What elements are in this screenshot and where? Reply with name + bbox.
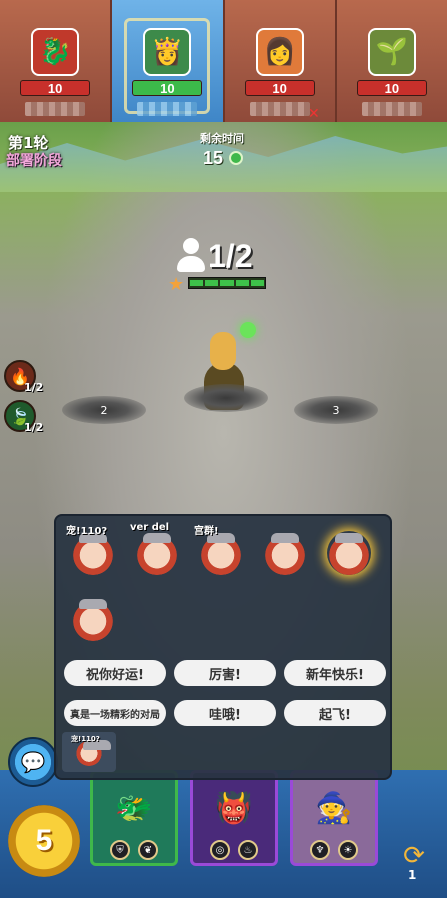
sticker-item[interactable] [320, 522, 378, 584]
deploy-slot-number: 3 [332, 403, 340, 417]
gold-counter: 5 [8, 805, 80, 877]
redhead-warrior-portrait: 👩 [255, 28, 304, 76]
player-name-redacted [25, 102, 86, 116]
population-count: 1/2 [208, 238, 253, 274]
plant-creature-portrait: 🌱 [367, 28, 416, 76]
timer-label: 剩余时间 [200, 132, 244, 145]
phase-label: 部署阶段 [6, 153, 62, 169]
sticker-caption: ver del [130, 522, 170, 533]
side-skill-count: 1/2 [24, 421, 44, 434]
side-skill-count: 1/2 [24, 381, 44, 394]
phrase-row-1: 祝你好运! 厉害! 新年快乐! [64, 660, 386, 686]
recent-sticker: 宠!110? [69, 734, 111, 770]
close-x-icon: ✕ [308, 106, 320, 122]
shop-card-3[interactable]: 🧙 ♆ ☀ [290, 770, 378, 866]
player-hp: 10 [244, 80, 315, 96]
leaf-icon: ❦ [138, 840, 158, 860]
shop-card-1[interactable]: 🐲 ⛨ ❦ [90, 770, 178, 866]
sticker-item[interactable]: 宠!110? [64, 522, 122, 584]
fire-icon: ♨ [238, 840, 258, 860]
player-slot-1[interactable]: 🐉 10 [0, 0, 113, 122]
warrior-girl-sticker [71, 597, 115, 641]
recent-sticker-tab[interactable]: 宠!110? [62, 732, 116, 772]
deploy-slot-hero[interactable] [184, 384, 268, 412]
player-slot-3[interactable]: 👩 10 [225, 0, 337, 122]
shield-icon: ⛨ [110, 840, 130, 860]
swirl-icon: ◎ [210, 840, 230, 860]
sticker-grid: 宠!110? ver del 宫群! [64, 522, 384, 650]
warrior-girl-sticker [135, 531, 179, 575]
deploy-slot-3[interactable]: 3 [294, 396, 378, 424]
experience-bar [188, 277, 266, 289]
sticker-item[interactable]: 宫群! [192, 522, 250, 584]
clock-icon [229, 151, 243, 165]
player-hp: 10 [356, 80, 427, 96]
gold-value: 5 [35, 824, 53, 857]
demon-icon: ♆ [310, 840, 330, 860]
deploy-slot-2[interactable]: 2 [62, 396, 146, 424]
player-slot-2[interactable]: 👸 10 [112, 0, 225, 122]
sticker-caption: 宠!110? [66, 526, 108, 537]
phrase-row-2: 真是一场精彩的对局 哇哦! 起飞! [64, 700, 386, 726]
phrase-button[interactable]: 厉害! [174, 660, 276, 686]
emote-panel: 宠!110? ver del 宫群! 祝你好运! 厉害! 新年快乐! 真是一场精… [54, 514, 392, 780]
refresh-count: 1 [408, 868, 417, 882]
player-name-redacted [249, 102, 310, 116]
sticker-item[interactable] [256, 522, 314, 584]
sticker-item[interactable] [64, 588, 122, 650]
phrase-button[interactable]: 哇哦! [174, 700, 276, 726]
unit-art: 👹 [215, 790, 253, 826]
shop-card-2[interactable]: 👹 ◎ ♨ [190, 770, 278, 866]
phrase-button[interactable]: 起飞! [284, 700, 386, 726]
selection-bracket [124, 18, 211, 114]
population-icon [176, 238, 206, 274]
chat-icon[interactable]: 💬 [8, 737, 58, 787]
phrase-button[interactable]: 真是一场精彩的对局 [64, 700, 166, 726]
warrior-girl-halo-sticker [327, 531, 371, 575]
unit-art: 🐲 [115, 790, 153, 826]
warrior-girl-sticker [71, 531, 115, 575]
sun-icon: ☀ [338, 840, 358, 860]
timer-value: 15 [203, 148, 224, 168]
deploy-slot-number: 2 [100, 403, 108, 417]
sticker-caption: 宠!110? [71, 735, 100, 743]
star-level-icon: ★ [168, 274, 185, 295]
phrase-button[interactable]: 新年快乐! [284, 660, 386, 686]
sticker-item[interactable]: ver del [128, 522, 186, 584]
unit-art: 🧙 [315, 790, 353, 826]
player-name-redacted [137, 102, 198, 116]
sticker-caption: 宫群! [194, 526, 219, 537]
player-slot-4[interactable]: 🌱 10 [337, 0, 447, 122]
player-name-redacted [361, 102, 422, 116]
warrior-girl-sticker [199, 531, 243, 575]
player-bar: 🐉 10 👸 10 👩 10 🌱 10 [0, 0, 447, 122]
warrior-girl-sticker [263, 531, 307, 575]
player-hp: 10 [20, 80, 91, 96]
red-dragon-portrait: 🐉 [31, 28, 80, 76]
phrase-button[interactable]: 祝你好运! [64, 660, 166, 686]
